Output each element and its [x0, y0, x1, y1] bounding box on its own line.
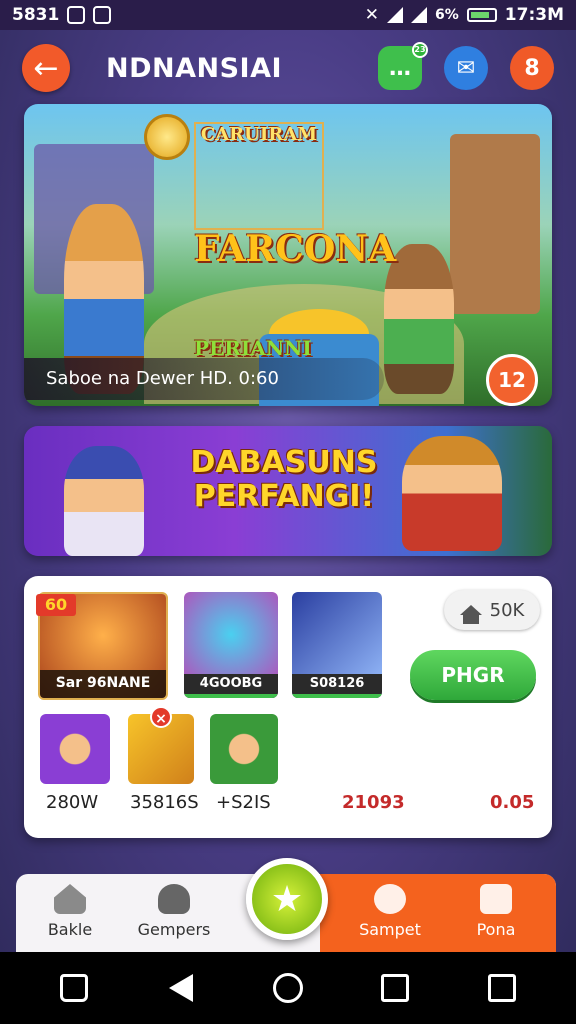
circle-icon: [272, 973, 303, 1003]
stat-pill: 50K: [444, 590, 540, 630]
game-art: [40, 714, 110, 784]
tab-support-label: Sampet: [359, 920, 421, 939]
chat-icon: …: [389, 55, 411, 81]
mute-icon: ✕: [364, 5, 380, 25]
game-value: 35816S: [130, 792, 199, 813]
game-tile-label: 4GOOBG: [184, 674, 278, 698]
featured-badge: 60: [36, 594, 76, 616]
home-nav-button[interactable]: [54, 968, 94, 1008]
app-title: NDNANSIAI: [106, 52, 283, 84]
status-bar: 5831 ✕ 6% 17:3M: [0, 0, 576, 30]
game-tile[interactable]: 4GOOBG: [184, 592, 278, 698]
star-icon: ★: [270, 878, 304, 920]
game-value: 280W: [46, 792, 99, 813]
recents-button[interactable]: [375, 968, 415, 1008]
cat-icon: [93, 6, 112, 24]
home-icon: [59, 974, 88, 1002]
hero-badge[interactable]: 12: [486, 354, 538, 406]
game-tile[interactable]: [210, 714, 278, 784]
message-icon: ✉: [456, 55, 476, 81]
user-icon: [158, 884, 190, 914]
status-left-text: 5831: [12, 5, 60, 25]
tab-home[interactable]: Bakle: [20, 884, 120, 939]
game-tile-label: S08126: [292, 674, 382, 698]
messages-button[interactable]: ✉: [444, 46, 488, 90]
chat-button[interactable]: … 23: [378, 42, 428, 90]
game-tile[interactable]: [40, 714, 110, 784]
card-icon: [480, 884, 512, 914]
promo-text-line1: DABASUNS: [190, 445, 378, 480]
game-tile-label: Sar 96NANE: [40, 670, 166, 698]
menu-button[interactable]: [482, 968, 522, 1008]
menu-icon: [488, 974, 517, 1002]
clock: 17:3M: [504, 5, 564, 25]
arrow-left-icon: ←: [33, 50, 59, 86]
character-illustration: [402, 436, 502, 551]
tab-games[interactable]: Gempers: [124, 884, 224, 939]
hero-banner[interactable]: CARUIRAM FARCONA PERIANNI Saboe na Dewer…: [24, 104, 552, 406]
app-header: ← NDNANSIAI … 23 ✉ 8: [0, 30, 576, 106]
game-value: 21093: [342, 792, 405, 813]
tab-promo[interactable]: Pona: [446, 884, 546, 939]
center-action-button[interactable]: ★: [246, 858, 328, 940]
game-value: 0.05: [490, 792, 535, 813]
home-circle-button[interactable]: [268, 968, 308, 1008]
profile-button[interactable]: 8: [510, 46, 554, 90]
back-nav-button[interactable]: [161, 968, 201, 1008]
gallery-icon: [67, 6, 86, 24]
tab-home-label: Bakle: [47, 920, 93, 939]
chat-badge: 23: [412, 42, 428, 58]
coin-icon: [144, 114, 190, 160]
promo-text: DABASUNS PERFANGI!: [174, 446, 394, 514]
back-button[interactable]: ←: [22, 44, 70, 92]
play-button[interactable]: PHGR: [410, 650, 536, 700]
character-illustration: [64, 446, 144, 556]
stat-value: 50K: [489, 599, 525, 621]
tab-promo-label: Pona: [476, 920, 516, 939]
hero-title-line1: CARUIRAM: [194, 122, 324, 230]
signal-icon: [411, 7, 428, 23]
game-value: +S2IS: [216, 792, 271, 813]
system-nav-bar: [0, 952, 576, 1024]
profile-label: 8: [524, 55, 540, 81]
game-art: [210, 714, 278, 784]
close-icon[interactable]: ×: [150, 706, 172, 728]
back-icon: [168, 974, 193, 1002]
promo-banner[interactable]: DABASUNS PERFANGI!: [24, 426, 552, 556]
house-illustration: [450, 134, 540, 314]
hero-caption: Saboe na Dewer HD. 0:60: [24, 358, 384, 400]
wifi-icon: [387, 7, 404, 23]
promo-text-line2: PERFANGI!: [193, 479, 375, 514]
house-icon: [459, 605, 482, 624]
battery-percent: 6%: [435, 7, 459, 23]
tab-support[interactable]: Sampet: [340, 884, 440, 939]
hero-title-line2: FARCONA: [194, 228, 397, 270]
game-tile[interactable]: S08126: [292, 592, 382, 698]
home-icon: [54, 884, 86, 914]
tab-games-label: Gempers: [137, 920, 211, 939]
heart-icon: [374, 884, 406, 914]
battery-icon: [466, 8, 497, 22]
square-icon: [381, 974, 410, 1002]
games-card: Sar 96NANE 60 4GOOBG S08126 × 50K PHGR 2…: [24, 576, 552, 838]
